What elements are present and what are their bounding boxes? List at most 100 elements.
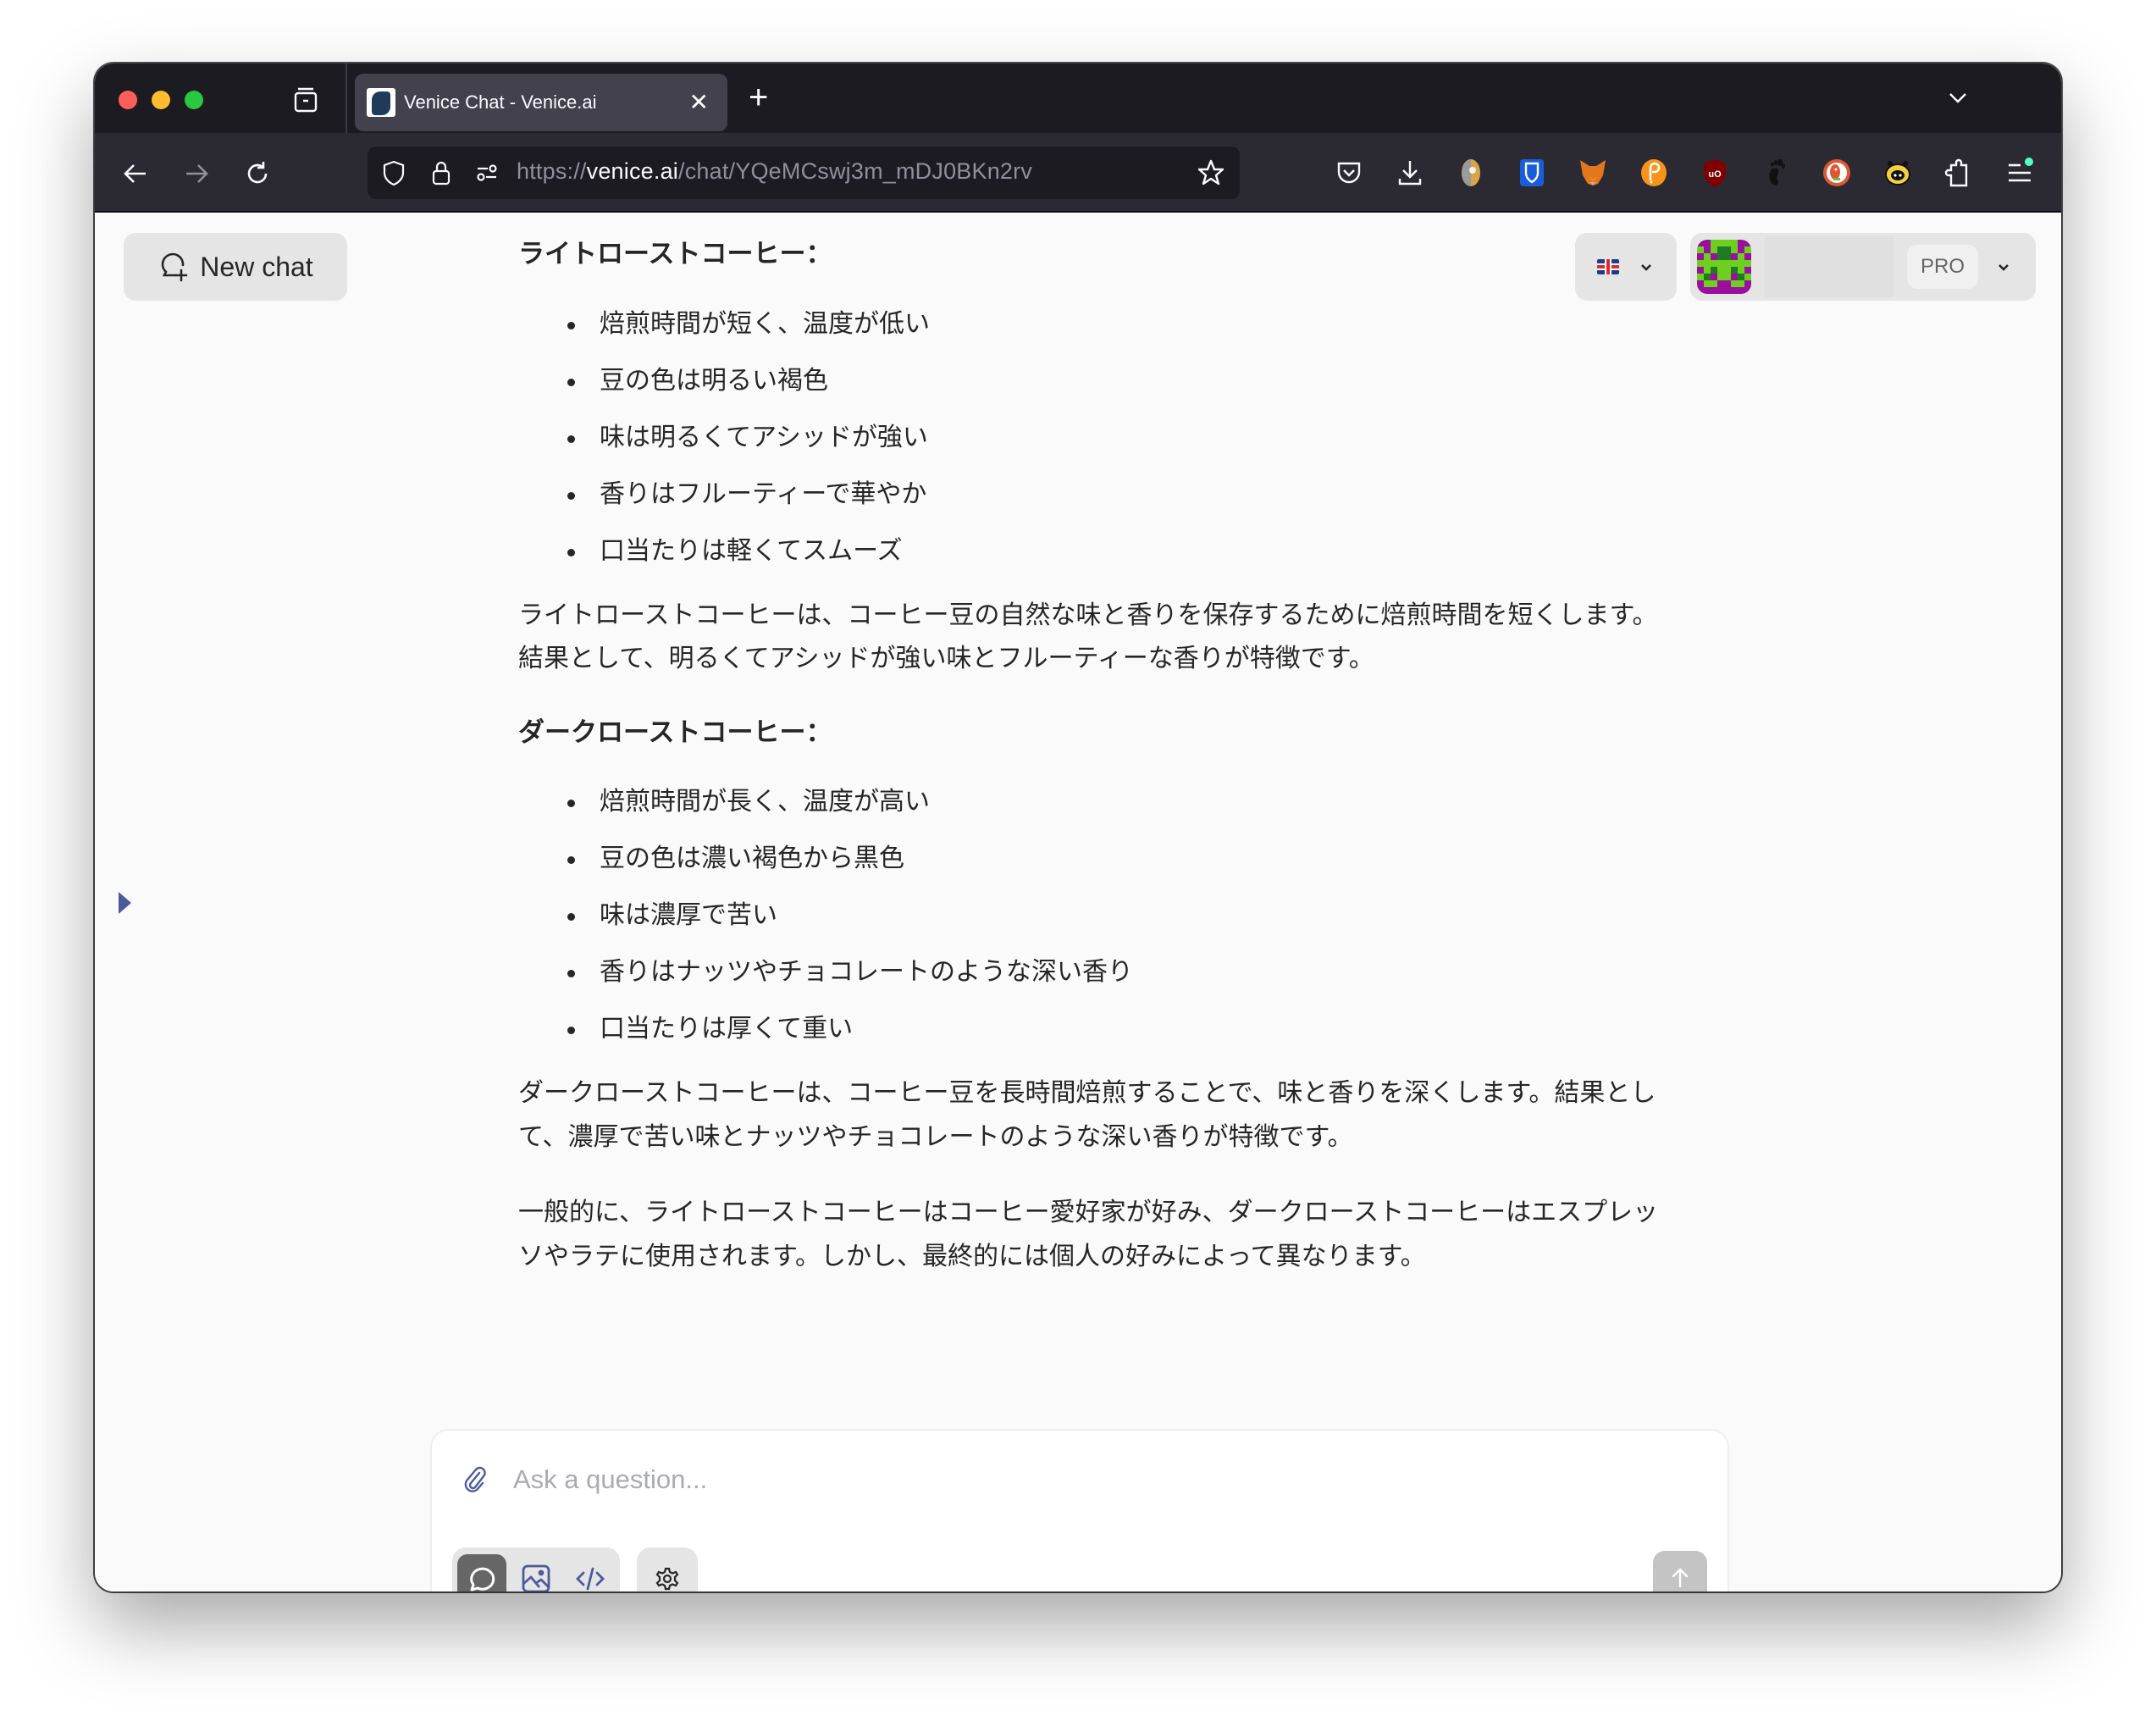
avatar-pixel: [1704, 274, 1711, 280]
avatar-pixel: [1731, 287, 1738, 294]
tracking-protection-shield-icon[interactable]: [379, 158, 408, 187]
avatar-pixel: [1704, 246, 1711, 253]
chat-bubble-icon: [470, 1567, 495, 1591]
bookmark-star-icon[interactable]: [1196, 158, 1226, 188]
avatar-pixel: [1711, 274, 1717, 280]
extension-avatar-icon[interactable]: [1455, 157, 1487, 189]
avatar-pixel: [1744, 287, 1751, 294]
avatar-pixel: [1744, 267, 1751, 274]
list-item: 香りはフルーティーで華やか: [518, 475, 1670, 513]
avatar-pixel: [1744, 280, 1751, 287]
list-item: 口当たりは軽くてスムーズ: [518, 532, 1670, 570]
tab-strip: Venice Chat - Venice.ai ✕ +: [95, 64, 2061, 133]
prompt-input[interactable]: [513, 1456, 1682, 1503]
light-roast-heading: ライトローストコーヒー：: [518, 239, 832, 268]
list-item: 味は明るくてアシッドが強い: [518, 418, 1670, 457]
avatar-pixel: [1738, 260, 1744, 267]
new-chat-button[interactable]: New chat: [124, 233, 347, 301]
minimize-window-button[interactable]: [152, 91, 170, 109]
avatar-pixel: [1697, 274, 1704, 280]
avatar-pixel: [1731, 246, 1738, 253]
download-icon[interactable]: [1394, 157, 1426, 189]
list-item: 味は濃厚で苦い: [518, 896, 1670, 934]
gnome-foot-icon[interactable]: [1760, 157, 1792, 189]
app-menu-icon[interactable]: [2004, 157, 2036, 189]
avatar-pixel: [1738, 240, 1744, 246]
maximize-window-button[interactable]: [185, 91, 203, 109]
avatar-pixel: [1724, 287, 1731, 294]
avatar-pixel: [1724, 240, 1731, 246]
metamask-icon[interactable]: [1577, 157, 1609, 189]
ublock-origin-icon[interactable]: uO: [1699, 157, 1731, 189]
arrow-up-icon: [1672, 1568, 1689, 1588]
avatar-pixel: [1704, 260, 1711, 267]
list-item: 焙煎時間が短く、温度が低い: [518, 305, 1670, 343]
new-tab-button[interactable]: +: [749, 80, 768, 114]
light-roast-summary: ライトローストコーヒーは、コーヒー豆の自然な味と香りを保存するために焙煎時間を短…: [518, 601, 1658, 673]
bitwarden-icon[interactable]: [1516, 157, 1548, 189]
url-bar[interactable]: https://venice.ai/chat/YQeMCswj3m_mDJ0BK…: [368, 147, 1240, 199]
yellow-creature-extension-icon[interactable]: [1882, 157, 1914, 189]
avatar-pixel: [1731, 253, 1738, 260]
composer: [430, 1429, 1729, 1591]
avatar-pixel: [1704, 267, 1711, 274]
avatar-pixel: [1697, 267, 1704, 274]
duckduckgo-icon[interactable]: [1821, 157, 1853, 189]
avatar-pixel: [1697, 246, 1704, 253]
avatar-pixel: [1724, 267, 1731, 274]
mode-selector: [452, 1547, 620, 1591]
list-item: 口当たりは厚くて重い: [518, 1010, 1670, 1048]
list-all-tabs-icon[interactable]: [1946, 86, 1970, 109]
avatar-pixel: [1704, 253, 1711, 260]
settings-button[interactable]: [637, 1547, 698, 1591]
reload-button[interactable]: [242, 158, 273, 189]
browser-window: Venice Chat - Venice.ai ✕ + https://veni…: [95, 64, 2061, 1591]
code-mode-button[interactable]: [566, 1554, 615, 1591]
avatar-pixel: [1731, 260, 1738, 267]
avatar-pixel: [1711, 246, 1717, 253]
avatar: [1697, 240, 1751, 294]
user-menu-button[interactable]: PRO: [1690, 233, 2036, 301]
site-permissions-icon[interactable]: [473, 158, 501, 187]
avatar-pixel: [1717, 253, 1724, 260]
avatar-pixel: [1711, 267, 1717, 274]
pocket-icon[interactable]: [1333, 157, 1365, 189]
url-path: /chat/YQeMCswj3m_mDJ0BKn2rv: [678, 158, 1033, 184]
extensions-puzzle-icon[interactable]: [1943, 157, 1975, 189]
avatar-pixel: [1724, 253, 1731, 260]
dark-roast-list: 焙煎時間が長く、温度が高い 豆の色は濃い褐色から黒色 味は濃厚で苦い 香りはナッ…: [518, 783, 1670, 1048]
venice-chat-page: New chat PRO ライトローストコーヒー： 焙煎時間が短く、温度が低い …: [95, 213, 2061, 1591]
avatar-pixel: [1744, 260, 1751, 267]
text-mode-button[interactable]: [457, 1554, 506, 1591]
url-text[interactable]: https://venice.ai/chat/YQeMCswj3m_mDJ0BK…: [517, 158, 1032, 185]
close-tab-icon[interactable]: ✕: [689, 91, 709, 114]
avatar-pixel: [1738, 274, 1744, 280]
avatar-pixel: [1697, 253, 1704, 260]
tab-title: Venice Chat - Venice.ai: [404, 91, 597, 113]
expand-sidebar-icon[interactable]: [117, 890, 134, 916]
avatar-pixel: [1744, 274, 1751, 280]
image-mode-button[interactable]: [511, 1554, 561, 1591]
lock-icon[interactable]: [427, 158, 456, 187]
avatar-pixel: [1711, 240, 1717, 246]
paperclip-icon[interactable]: [462, 1464, 488, 1493]
new-chat-icon: [162, 252, 188, 282]
image-icon: [522, 1564, 550, 1591]
back-button[interactable]: [120, 158, 151, 189]
avatar-pixel: [1738, 267, 1744, 274]
forward-button[interactable]: [181, 158, 212, 189]
send-button[interactable]: [1653, 1551, 1707, 1591]
dark-roast-summary: ダークローストコーヒーは、コーヒー豆を長時間焙煎することで、味と香りを深くします…: [518, 1079, 1656, 1151]
navigation-toolbar: https://venice.ai/chat/YQeMCswj3m_mDJ0BK…: [95, 133, 2061, 213]
avatar-pixel: [1738, 287, 1744, 294]
close-window-button[interactable]: [119, 91, 137, 109]
avatar-pixel: [1738, 246, 1744, 253]
tab-venice-chat[interactable]: Venice Chat - Venice.ai ✕: [355, 74, 727, 131]
svg-text:uO: uO: [1708, 169, 1722, 180]
firefox-view-icon[interactable]: [291, 86, 320, 114]
avatar-pixel: [1724, 274, 1731, 280]
username-redacted: [1765, 236, 1893, 297]
polkadot-icon[interactable]: [1638, 157, 1670, 189]
venice-favicon-icon: [367, 88, 395, 117]
avatar-pixel: [1697, 287, 1704, 294]
